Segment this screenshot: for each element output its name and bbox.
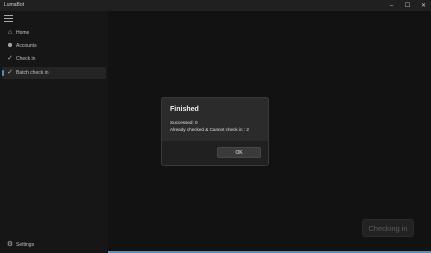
dialog-failed-count: Already checked & Cannot check in : 2 [170,127,249,132]
dialog-body: Finished Successed: 0 Already checked & … [162,98,268,142]
minimize-button[interactable]: – [384,0,399,11]
ok-button[interactable]: OK [217,147,261,158]
app-title: LumaBot [4,2,25,8]
dialog-title: Finished [170,106,199,113]
close-button[interactable]: ✕ [416,0,431,11]
title-bar: LumaBot – ☐ ✕ [0,0,431,11]
dialog-success-count: Successed: 0 [170,120,198,125]
dialog-footer: OK [162,141,268,165]
finished-dialog: Finished Successed: 0 Already checked & … [161,97,269,166]
maximize-button[interactable]: ☐ [400,0,415,11]
